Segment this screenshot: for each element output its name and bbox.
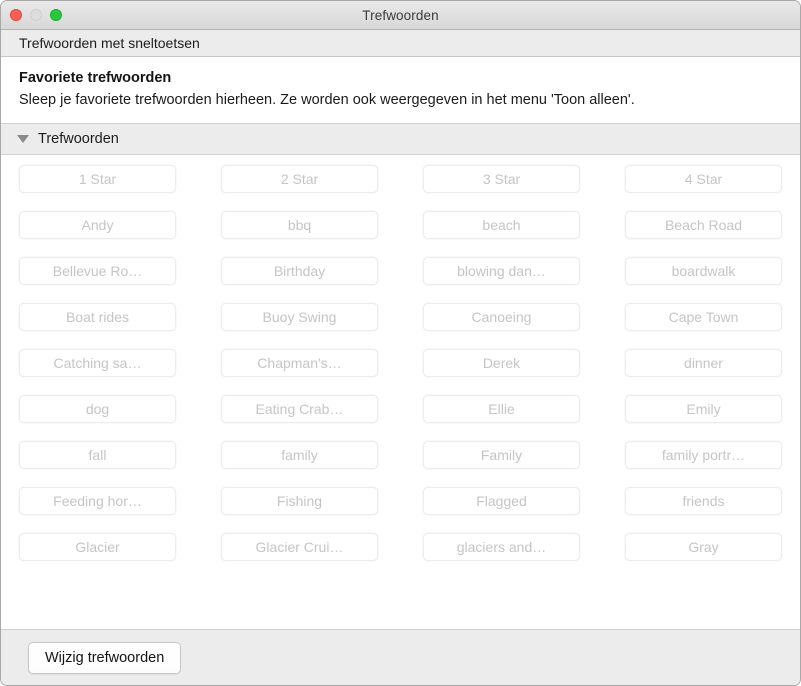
window-title: Trefwoorden [362,7,439,23]
keyword-button[interactable]: Andy [19,211,176,239]
keyword-button[interactable]: bbq [221,211,378,239]
keyword-button[interactable]: 3 Star [423,165,580,193]
keyword-button[interactable]: dog [19,395,176,423]
keyword-button[interactable]: glaciers and… [423,533,580,561]
keyword-button[interactable]: Catching sa… [19,349,176,377]
traffic-light-group [10,1,62,29]
keyword-button[interactable]: fall [19,441,176,469]
keyword-button[interactable]: 2 Star [221,165,378,193]
keywords-grid: 1 Star 2 Star 3 Star 4 Star Andy bbq bea… [19,165,782,561]
keyword-button[interactable]: Canoeing [423,303,580,331]
keyword-button[interactable]: Derek [423,349,580,377]
minimize-window-button[interactable] [30,9,42,21]
keyword-button[interactable]: Gray [625,533,782,561]
window-footer: Wijzig trefwoorden [1,629,800,685]
keyword-button[interactable]: 1 Star [19,165,176,193]
keyword-button[interactable]: blowing dan… [423,257,580,285]
keywords-grid-area: 1 Star 2 Star 3 Star 4 Star Andy bbq bea… [1,155,800,629]
keyword-button[interactable]: Bellevue Ro… [19,257,176,285]
keywords-section-header[interactable]: Trefwoorden [1,123,800,155]
keyword-button[interactable]: 4 Star [625,165,782,193]
keyword-button[interactable]: Emily [625,395,782,423]
zoom-window-button[interactable] [50,9,62,21]
keyword-button[interactable]: Chapman's… [221,349,378,377]
keyword-button[interactable]: friends [625,487,782,515]
keyword-button[interactable]: boardwalk [625,257,782,285]
keyword-button[interactable]: Feeding hor… [19,487,176,515]
keyword-button[interactable]: Buoy Swing [221,303,378,331]
keyword-button[interactable]: Eating Crab… [221,395,378,423]
keyword-button[interactable]: Flagged [423,487,580,515]
keyword-button[interactable]: family portr… [625,441,782,469]
keyword-button[interactable]: family [221,441,378,469]
keyword-button[interactable]: Boat rides [19,303,176,331]
keyword-button[interactable]: Glacier Crui… [221,533,378,561]
keyword-button[interactable]: Birthday [221,257,378,285]
keyword-button[interactable]: Fishing [221,487,378,515]
shortcut-keywords-label: Trefwoorden met sneltoetsen [19,35,200,51]
favorites-description: Sleep je favoriete trefwoorden hierheen.… [19,92,635,108]
keywords-window: Trefwoorden Trefwoorden met sneltoetsen … [0,0,801,686]
favorites-section: Favoriete trefwoorden Sleep je favoriete… [1,57,800,123]
keyword-button[interactable]: dinner [625,349,782,377]
keywords-section-title: Trefwoorden [38,131,119,147]
keyword-button[interactable]: Beach Road [625,211,782,239]
triangle-down-icon[interactable] [17,135,29,143]
keyword-button[interactable]: beach [423,211,580,239]
favorites-title: Favoriete trefwoorden [19,70,172,86]
keyword-button[interactable]: Glacier [19,533,176,561]
keyword-button[interactable]: Cape Town [625,303,782,331]
keyword-button[interactable]: Family [423,441,580,469]
close-window-button[interactable] [10,9,22,21]
window-titlebar: Trefwoorden [1,1,800,30]
shortcut-keywords-header: Trefwoorden met sneltoetsen [1,30,800,57]
edit-keywords-button[interactable]: Wijzig trefwoorden [28,641,182,674]
keyword-button[interactable]: Ellie [423,395,580,423]
